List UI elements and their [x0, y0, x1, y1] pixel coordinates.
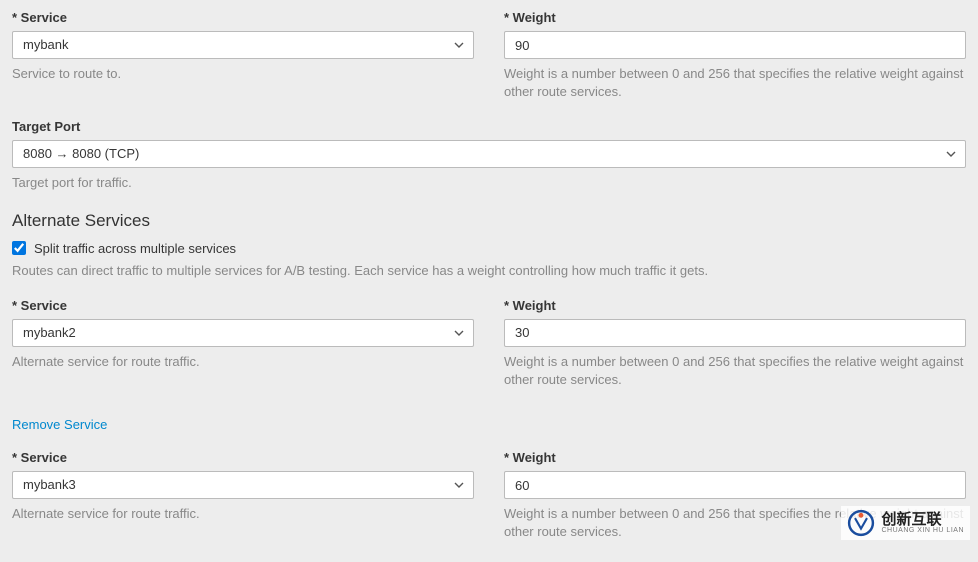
alternate-services-heading: Alternate Services	[12, 211, 966, 231]
alternate-services-help: Routes can direct traffic to multiple se…	[12, 262, 966, 280]
alt-service-select[interactable]: mybank2	[12, 319, 474, 347]
target-port-select[interactable]: 8080 → 8080 (TCP)	[12, 140, 966, 168]
alt-service-help-2: Alternate service for route traffic.	[12, 505, 474, 523]
watermark-text-cn: 创新互联	[881, 512, 964, 527]
alt-weight-help: Weight is a number between 0 and 256 tha…	[504, 353, 966, 389]
split-traffic-label[interactable]: Split traffic across multiple services	[34, 241, 236, 256]
weight-input[interactable]	[504, 31, 966, 59]
alt-weight-input[interactable]	[504, 319, 966, 347]
alt-service-select-2[interactable]: mybank3	[12, 471, 474, 499]
watermark: 创新互联 CHUANG XIN HU LIAN	[841, 506, 970, 540]
weight-label: * Weight	[504, 10, 966, 25]
watermark-logo-icon	[847, 509, 875, 537]
weight-help: Weight is a number between 0 and 256 tha…	[504, 65, 966, 101]
remove-service-link[interactable]: Remove Service	[12, 417, 107, 432]
split-traffic-checkbox[interactable]	[12, 241, 26, 255]
alt-weight-label-2: * Weight	[504, 450, 966, 465]
service-help: Service to route to.	[12, 65, 474, 83]
target-port-help: Target port for traffic.	[12, 174, 966, 192]
alt-weight-label: * Weight	[504, 298, 966, 313]
target-port-label: Target Port	[12, 119, 966, 134]
alt-service-help: Alternate service for route traffic.	[12, 353, 474, 371]
alt-service-label-2: * Service	[12, 450, 474, 465]
alt-weight-input-2[interactable]	[504, 471, 966, 499]
service-label: * Service	[12, 10, 474, 25]
watermark-text-en: CHUANG XIN HU LIAN	[881, 527, 964, 534]
alt-service-label: * Service	[12, 298, 474, 313]
service-select[interactable]: mybank	[12, 31, 474, 59]
